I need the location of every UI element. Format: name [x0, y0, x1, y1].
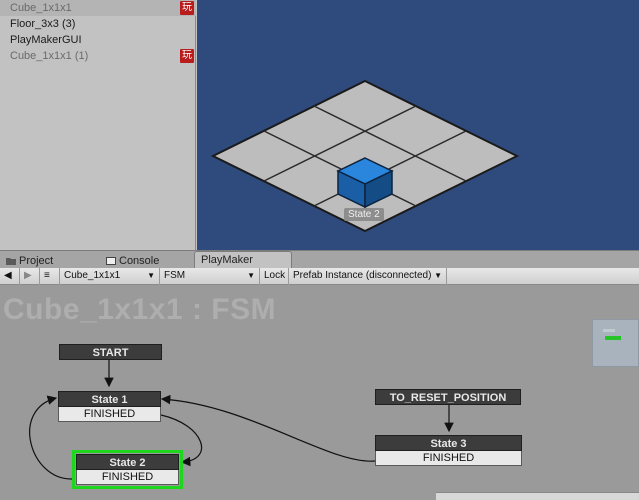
back-button[interactable]: ◀	[0, 268, 20, 285]
hierarchy-item-label: Floor_3x3 (3)	[10, 18, 76, 30]
hierarchy-item-cube-1[interactable]: Cube_1x1x1 (1) 玩	[0, 48, 196, 64]
global-event-label: TO_RESET_POSITION	[375, 389, 521, 405]
state-label-tag: State 2	[344, 208, 384, 221]
state-name: State 2	[76, 454, 179, 470]
tab-label: PlayMaker	[201, 254, 253, 266]
transition-state3-state1	[160, 394, 376, 462]
status-strip	[436, 492, 639, 500]
gameobject-select[interactable]: Cube_1x1x1 ▼	[60, 268, 160, 285]
prefab-select-value: Prefab Instance (disconnected)	[293, 270, 432, 281]
state-event[interactable]: FINISHED	[375, 451, 522, 466]
forward-button[interactable]: ▶	[20, 268, 40, 285]
scene-view[interactable]: State 2	[197, 0, 639, 250]
fsm-state-3[interactable]: State 3 FINISHED	[375, 435, 522, 466]
hierarchy-item-playmakergui[interactable]: PlayMakerGUI	[0, 32, 196, 48]
state-name: State 1	[58, 391, 161, 407]
tab-project[interactable]: Project	[0, 253, 59, 269]
fsm-select-value: FSM	[164, 270, 186, 281]
lock-toggle[interactable]: Lock	[260, 268, 289, 285]
gameobject-select-value: Cube_1x1x1	[64, 270, 121, 281]
menu-icon: ≡	[44, 270, 50, 281]
hierarchy-panel: Cube_1x1x1 玩 Floor_3x3 (3) PlayMakerGUI …	[0, 0, 196, 250]
fsm-global-event-node[interactable]: TO_RESET_POSITION	[375, 389, 521, 405]
fsm-graph-canvas[interactable]: Cube_1x1x1 : FSM START State 1 FINISHED …	[0, 285, 639, 500]
dropdown-arrow-icon: ▼	[147, 271, 155, 280]
tab-label: Project	[19, 255, 54, 267]
fsm-state-2[interactable]: State 2 FINISHED	[72, 450, 183, 489]
hierarchy-item-label: PlayMakerGUI	[10, 34, 82, 46]
lock-label: Lock	[264, 270, 286, 281]
dropdown-arrow-icon: ▼	[434, 271, 442, 280]
tab-bar: Project Console PlayMaker	[0, 250, 639, 269]
fsm-state-1[interactable]: State 1 FINISHED	[58, 391, 161, 422]
dropdown-arrow-icon: ▼	[247, 271, 255, 280]
state-name: State 3	[375, 435, 522, 451]
hierarchy-item-label: Cube_1x1x1	[10, 2, 72, 14]
playmaker-badge-icon: 玩	[180, 49, 194, 63]
fsm-select[interactable]: FSM ▼	[160, 268, 260, 285]
tab-playmaker[interactable]: PlayMaker	[194, 251, 292, 269]
prefab-select[interactable]: Prefab Instance (disconnected) ▼	[289, 268, 447, 285]
state-event[interactable]: FINISHED	[76, 470, 179, 485]
start-label: START	[59, 344, 162, 360]
playmaker-badge-icon: 玩	[180, 1, 194, 15]
hierarchy-item-label: Cube_1x1x1 (1)	[10, 50, 89, 62]
console-icon	[106, 257, 116, 265]
hierarchy-item-floor[interactable]: Floor_3x3 (3)	[0, 16, 196, 32]
fsm-start-node[interactable]: START	[59, 344, 162, 360]
hierarchy-item-cube[interactable]: Cube_1x1x1 玩	[0, 0, 196, 16]
fsm-toolbar: ◀ ▶ ≡ Cube_1x1x1 ▼ FSM ▼ Lock Prefab Insta…	[0, 268, 639, 285]
scene-render	[210, 79, 520, 233]
menu-button[interactable]: ≡	[40, 268, 60, 285]
back-icon: ◀	[4, 270, 12, 281]
tab-label: Console	[119, 255, 160, 267]
state-event[interactable]: FINISHED	[58, 407, 161, 422]
folder-icon	[6, 258, 16, 265]
forward-icon: ▶	[24, 270, 32, 281]
tab-console[interactable]: Console	[100, 253, 165, 269]
